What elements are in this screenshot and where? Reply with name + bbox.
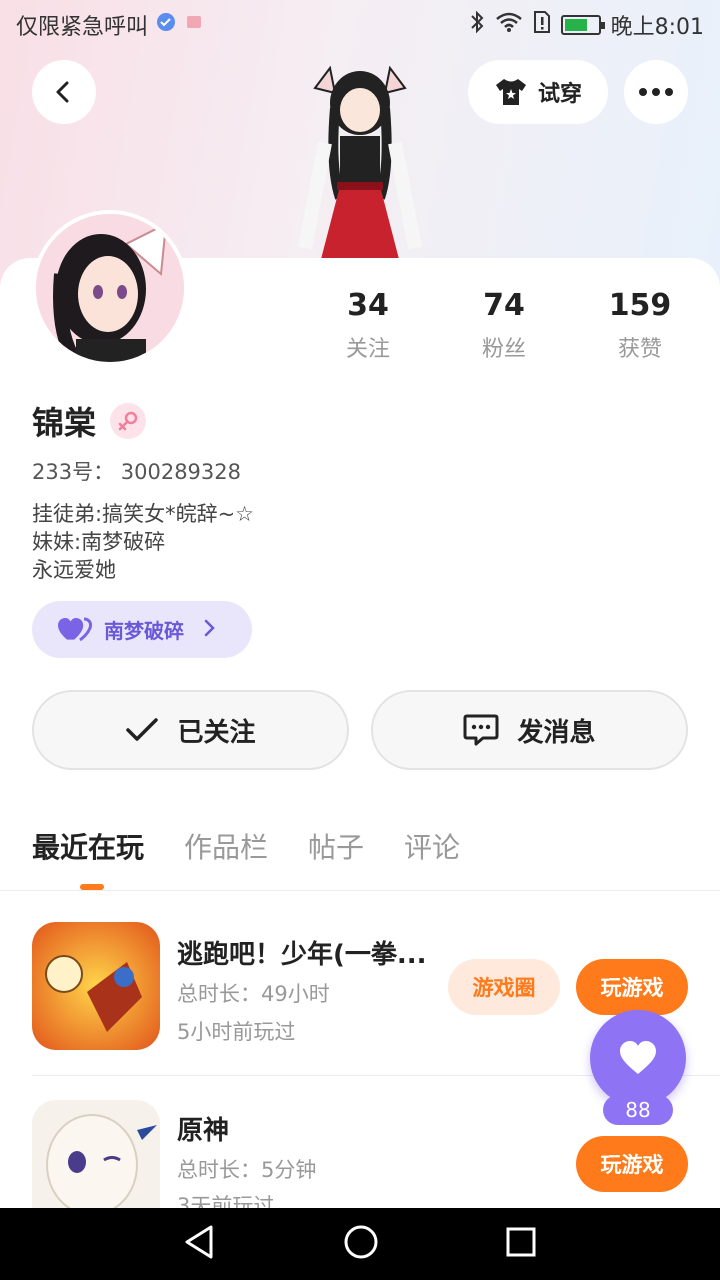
following-button[interactable]: 已关注 bbox=[32, 690, 349, 770]
user-id: 233号： 300289328 bbox=[32, 460, 242, 484]
nav-home-icon[interactable] bbox=[343, 1224, 379, 1264]
chevron-left-icon bbox=[56, 81, 69, 103]
play-game-button[interactable]: 玩游戏 bbox=[576, 959, 688, 1015]
name-row: 锦棠 bbox=[32, 398, 147, 444]
following-label: 已关注 bbox=[177, 717, 256, 748]
game-title: 逃跑吧！少年(一拳... bbox=[177, 940, 427, 970]
game-icon-run-away bbox=[32, 922, 160, 1050]
back-button[interactable] bbox=[32, 60, 96, 124]
tab-recently-played[interactable]: 最近在玩 bbox=[32, 826, 144, 866]
check-icon bbox=[126, 718, 159, 741]
tab-posts[interactable]: 帖子 bbox=[308, 826, 364, 866]
try-on-button[interactable]: 试穿 bbox=[468, 60, 608, 124]
stat-value: 74 bbox=[483, 288, 525, 323]
play-game-button[interactable]: 玩游戏 bbox=[576, 1136, 688, 1192]
tab-works[interactable]: 作品栏 bbox=[184, 826, 268, 866]
bluetooth-icon bbox=[469, 10, 485, 40]
tabs-divider bbox=[0, 890, 720, 891]
app-notification-icon bbox=[184, 12, 204, 38]
stat-label: 粉丝 bbox=[481, 337, 526, 362]
battery-icon bbox=[560, 15, 605, 35]
bio-line: 挂徒弟:搞笑女*皖辞~☆ bbox=[32, 502, 254, 526]
more-dots-icon bbox=[639, 88, 673, 96]
friend-chip-label: 南梦破碎 bbox=[104, 619, 184, 643]
tab-comments[interactable]: 评论 bbox=[404, 826, 460, 866]
game-duration: 总时长：49小时 bbox=[177, 982, 330, 1006]
like-count-badge: 88 bbox=[603, 1095, 673, 1125]
bio-line: 永远爱她 bbox=[32, 558, 116, 582]
sim-alert-icon bbox=[533, 10, 551, 40]
system-navigation-bar bbox=[0, 1208, 720, 1280]
tshirt-icon bbox=[495, 79, 526, 105]
game-icon-genshin bbox=[32, 1100, 160, 1208]
double-heart-icon bbox=[58, 617, 92, 641]
send-message-button[interactable]: 发消息 bbox=[371, 690, 688, 770]
profile-bio: 挂徒弟:搞笑女*皖辞~☆ 妹妹:南梦破碎 永远爱她 bbox=[32, 500, 254, 584]
profile-name: 锦棠 bbox=[32, 404, 97, 442]
wifi-icon bbox=[495, 11, 523, 39]
game-title: 原神 bbox=[177, 1116, 230, 1146]
carrier-text: 仅限紧急呼叫 bbox=[16, 15, 149, 40]
stat-likes[interactable]: 159 获赞 bbox=[572, 288, 708, 363]
like-profile-button[interactable] bbox=[590, 1010, 686, 1106]
chat-bubble-icon bbox=[463, 714, 499, 746]
nav-back-icon[interactable] bbox=[183, 1224, 217, 1264]
heart-icon bbox=[620, 1041, 656, 1074]
chevron-right-icon bbox=[204, 618, 216, 642]
stat-followers[interactable]: 74 粉丝 bbox=[436, 288, 572, 363]
more-options-button[interactable] bbox=[624, 60, 688, 124]
bio-line: 妹妹:南梦破碎 bbox=[32, 530, 166, 554]
send-message-label: 发消息 bbox=[517, 717, 596, 748]
notification-icon bbox=[156, 12, 176, 38]
profile-stats: 34 关注 74 粉丝 159 获赞 bbox=[300, 288, 720, 363]
stat-value: 159 bbox=[608, 288, 672, 323]
stat-label: 获赞 bbox=[617, 337, 662, 362]
stat-following[interactable]: 34 关注 bbox=[300, 288, 436, 363]
avatar[interactable] bbox=[32, 210, 188, 366]
game-circle-button[interactable]: 游戏圈 bbox=[448, 959, 560, 1015]
game-duration: 总时长：5分钟 bbox=[177, 1158, 317, 1182]
nav-recents-icon[interactable] bbox=[505, 1226, 537, 1262]
game-last-played: 5小时前玩过 bbox=[177, 1020, 296, 1044]
status-bar: 仅限紧急呼叫 晚上8:01 bbox=[0, 0, 720, 50]
clock-text: 晚上8:01 bbox=[610, 15, 704, 40]
profile-tabs: 最近在玩 作品栏 帖子 评论 bbox=[32, 826, 460, 866]
female-gender-icon bbox=[110, 403, 147, 439]
try-on-label: 试穿 bbox=[537, 82, 582, 107]
character-avatar-illustration bbox=[285, 48, 435, 263]
game-last-played: 3天前玩过 bbox=[177, 1194, 275, 1208]
stat-value: 34 bbox=[347, 288, 389, 323]
stat-label: 关注 bbox=[345, 337, 390, 362]
close-friend-chip[interactable]: 南梦破碎 bbox=[32, 601, 252, 658]
